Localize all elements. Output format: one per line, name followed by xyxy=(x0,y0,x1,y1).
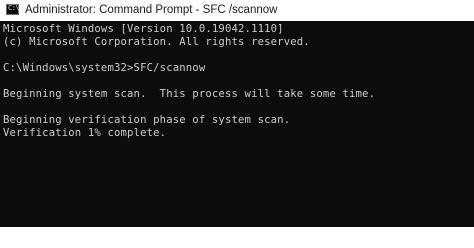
console-line-verification-phase: Beginning verification phase of system s… xyxy=(3,114,291,126)
title-bar[interactable]: C:\ Administrator: Command Prompt - SFC … xyxy=(0,0,474,20)
console-line-scan-start: Beginning system scan. This process will… xyxy=(3,88,376,100)
console-line-command: C:\Windows\system32>SFC/scannow xyxy=(3,62,206,74)
window-title: Administrator: Command Prompt - SFC /sca… xyxy=(25,4,278,16)
window-bottom-edge xyxy=(0,227,474,248)
command-prompt-icon-glyph: C:\ xyxy=(8,4,20,12)
console-line-copyright: (c) Microsoft Corporation. All rights re… xyxy=(3,36,310,48)
console-output[interactable]: Microsoft Windows [Version 10.0.19042.11… xyxy=(0,21,474,227)
command-prompt-window: C:\ Administrator: Command Prompt - SFC … xyxy=(0,0,474,248)
console-line-verification-progress: Verification 1% complete. xyxy=(3,127,167,139)
console-line-version: Microsoft Windows [Version 10.0.19042.11… xyxy=(3,23,284,35)
command-prompt-icon[interactable]: C:\ xyxy=(6,4,20,15)
